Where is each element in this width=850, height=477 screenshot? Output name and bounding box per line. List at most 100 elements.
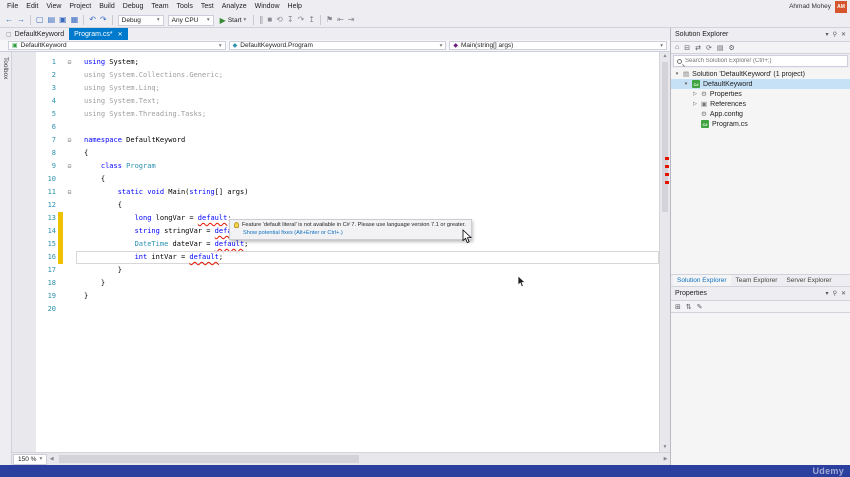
- vertical-scrollbar[interactable]: ▲ ▼: [659, 52, 670, 452]
- search-input[interactable]: [685, 58, 844, 64]
- increase-indent-icon[interactable]: ⇥: [348, 16, 355, 24]
- code-line[interactable]: 11 ⊟ static void Main(string[] args): [12, 186, 659, 199]
- pin-icon[interactable]: ⚲: [833, 290, 837, 297]
- outline-margin[interactable]: ⊟: [63, 186, 76, 199]
- expander-icon[interactable]: ▾: [683, 81, 689, 87]
- config-dropdown[interactable]: Debug ▾: [117, 14, 164, 26]
- outline-margin[interactable]: ⊟: [63, 134, 76, 147]
- menu-item-view[interactable]: View: [42, 2, 65, 11]
- menu-item-debug[interactable]: Debug: [119, 2, 148, 11]
- breakpoint-margin[interactable]: [12, 264, 36, 277]
- bookmark-icon[interactable]: ⚑: [326, 16, 333, 24]
- breakpoint-margin[interactable]: [12, 238, 36, 251]
- step-into-icon[interactable]: ↧: [287, 16, 294, 24]
- code-area[interactable]: 1 ⊟ using System; 2 using System.Collections…: [12, 52, 659, 452]
- platform-dropdown[interactable]: Any CPU ▾: [167, 14, 214, 26]
- sync-with-active-document-icon[interactable]: ⇄: [695, 44, 701, 52]
- breakpoint-margin[interactable]: [12, 225, 36, 238]
- scroll-left-icon[interactable]: ◀: [47, 453, 56, 465]
- show-all-files-icon[interactable]: ▤: [717, 44, 724, 52]
- navigate-forward-icon[interactable]: →: [17, 16, 25, 24]
- breakpoint-margin[interactable]: [12, 212, 36, 225]
- member-dropdown[interactable]: ◆ Main(string[] args) ▾: [449, 41, 668, 50]
- code-line[interactable]: 18 }: [12, 277, 659, 290]
- breakpoint-margin[interactable]: [12, 108, 36, 121]
- code-line[interactable]: 1 ⊟ using System;: [12, 56, 659, 69]
- code-line[interactable]: 12 {: [12, 199, 659, 212]
- tab-defaultkeyword[interactable]: ▢ DefaultKeyword: [1, 28, 69, 40]
- menu-item-project[interactable]: Project: [65, 2, 95, 11]
- menu-item-window[interactable]: Window: [251, 2, 284, 11]
- avatar[interactable]: AM: [835, 0, 847, 13]
- solution-explorer-header[interactable]: Solution Explorer ▾ ⚲ ✕: [671, 28, 850, 41]
- breakpoint-margin[interactable]: [12, 186, 36, 199]
- stop-icon[interactable]: ■: [267, 16, 272, 24]
- chevron-down-icon[interactable]: ▾: [826, 31, 829, 38]
- code-line[interactable]: 2 using System.Collections.Generic;: [12, 69, 659, 82]
- expander-icon[interactable]: ▷: [692, 101, 698, 107]
- code-line[interactable]: 4 using System.Text;: [12, 95, 659, 108]
- breakpoint-margin[interactable]: [12, 121, 36, 134]
- zoom-control[interactable]: 150 % ▾: [13, 453, 48, 465]
- refresh-icon[interactable]: ⟳: [706, 44, 712, 52]
- breakpoint-margin[interactable]: [12, 303, 36, 316]
- panel-tab-team-explorer[interactable]: Team Explorer: [732, 275, 782, 286]
- scroll-right-icon[interactable]: ▶: [661, 453, 670, 465]
- tree-item-properties[interactable]: ▷ ⚙ Properties: [671, 89, 850, 99]
- new-file-icon[interactable]: ▢: [36, 16, 44, 24]
- tab-programcs[interactable]: Program.cs* ✕: [69, 28, 128, 40]
- menu-item-build[interactable]: Build: [95, 2, 119, 11]
- type-dropdown[interactable]: ◆ DefaultKeyword.Program ▾: [228, 41, 447, 50]
- horizontal-scroll-thumb[interactable]: [59, 455, 360, 463]
- menu-item-tools[interactable]: Tools: [173, 2, 197, 11]
- breakpoint-margin[interactable]: [12, 69, 36, 82]
- panel-tab-server-explorer[interactable]: Server Explorer: [782, 275, 835, 286]
- tree-item-solution--defaultkeyword---1-project-[interactable]: ▾ ▤ Solution 'DefaultKeyword' (1 project): [671, 69, 850, 79]
- pause-icon[interactable]: ∥: [259, 16, 263, 24]
- breakpoint-margin[interactable]: [12, 251, 36, 264]
- expander-icon[interactable]: ▷: [692, 91, 698, 97]
- code-line[interactable]: 16 int intVar = default;: [12, 251, 659, 264]
- breakpoint-margin[interactable]: [12, 277, 36, 290]
- code-line[interactable]: 20: [12, 303, 659, 316]
- collapse-all-icon[interactable]: ⊟: [684, 44, 690, 52]
- scroll-up-icon[interactable]: ▲: [660, 52, 670, 61]
- undo-icon[interactable]: ↶: [89, 16, 96, 24]
- open-file-icon[interactable]: ▤: [48, 16, 56, 24]
- tree-item-app-config[interactable]: ⚙ App.config: [671, 109, 850, 119]
- alphabetical-icon[interactable]: ⇅: [686, 303, 692, 311]
- property-pages-icon[interactable]: ✎: [697, 303, 703, 311]
- code-line[interactable]: 10 {: [12, 173, 659, 186]
- project-dropdown[interactable]: ▣ DefaultKeyword ▾: [8, 41, 226, 50]
- home-icon[interactable]: ⌂: [675, 44, 679, 51]
- code-line[interactable]: 5 using System.Threading.Tasks;: [12, 108, 659, 121]
- redo-icon[interactable]: ↷: [100, 16, 107, 24]
- outline-margin[interactable]: ⊟: [63, 56, 76, 69]
- breakpoint-margin[interactable]: [12, 56, 36, 69]
- code-editor[interactable]: 1 ⊟ using System; 2 using System.Collections…: [12, 52, 670, 465]
- close-icon[interactable]: ✕: [118, 31, 123, 38]
- breakpoint-margin[interactable]: [12, 160, 36, 173]
- breakpoint-margin[interactable]: [12, 147, 36, 160]
- code-line[interactable]: 3 using System.Linq;: [12, 82, 659, 95]
- menu-item-help[interactable]: Help: [284, 2, 306, 11]
- lightbulb-icon[interactable]: [234, 222, 239, 228]
- show-potential-fixes-link[interactable]: Show potential fixes (Alt+Enter or Ctrl+…: [243, 230, 466, 236]
- code-line[interactable]: 6: [12, 121, 659, 134]
- breakpoint-margin[interactable]: [12, 290, 36, 303]
- pin-icon[interactable]: ⚲: [833, 31, 837, 38]
- categorized-icon[interactable]: ⊞: [675, 303, 681, 311]
- vertical-scroll-thumb[interactable]: [662, 62, 668, 212]
- chevron-down-icon[interactable]: ▾: [826, 290, 829, 297]
- breakpoint-margin[interactable]: [12, 173, 36, 186]
- restart-icon[interactable]: ⟲: [276, 16, 283, 24]
- panel-tab-solution-explorer[interactable]: Solution Explorer: [673, 275, 731, 286]
- navigate-back-icon[interactable]: ←: [5, 16, 13, 24]
- code-line[interactable]: 9 ⊟ class Program: [12, 160, 659, 173]
- breakpoint-margin[interactable]: [12, 95, 36, 108]
- menu-item-edit[interactable]: Edit: [22, 2, 42, 11]
- save-all-icon[interactable]: ▦: [71, 16, 79, 24]
- breakpoint-margin[interactable]: [12, 82, 36, 95]
- breakpoint-margin[interactable]: [12, 199, 36, 212]
- code-line[interactable]: 7 ⊟ namespace DefaultKeyword: [12, 134, 659, 147]
